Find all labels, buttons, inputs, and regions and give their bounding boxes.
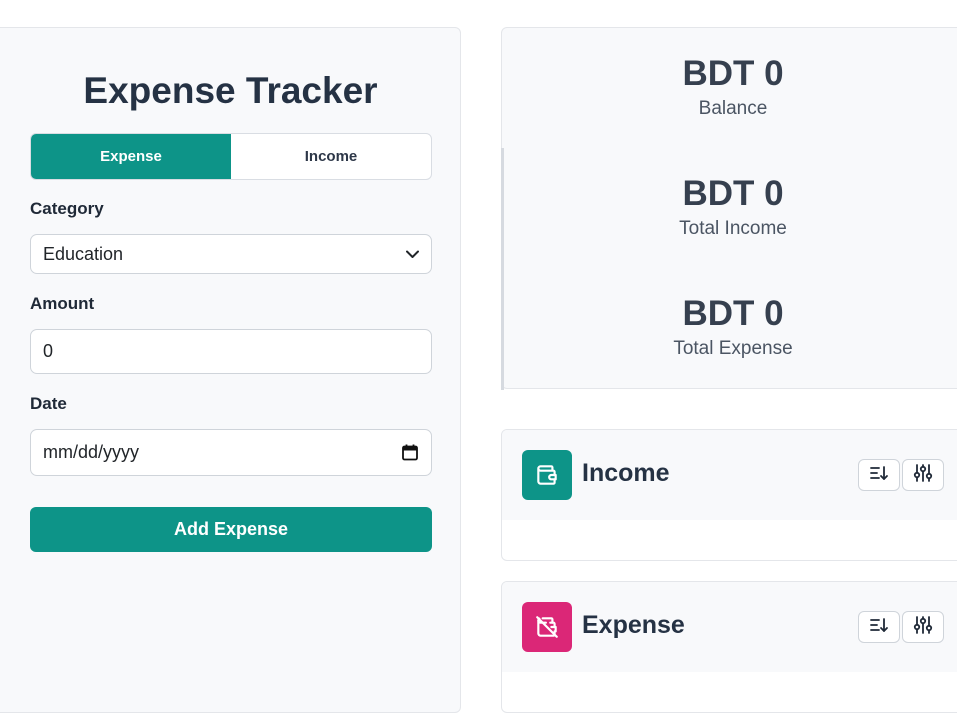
expense-sort-button[interactable] bbox=[858, 611, 900, 643]
amount-value: 0 bbox=[43, 341, 54, 361]
expense-list-card: Expense bbox=[501, 581, 957, 713]
income-sort-button[interactable] bbox=[858, 459, 900, 491]
calendar-icon[interactable] bbox=[401, 444, 419, 462]
total-expense-amount: BDT 0 bbox=[682, 294, 784, 333]
income-list-title: Income bbox=[582, 459, 670, 487]
balance-label: Balance bbox=[698, 98, 768, 119]
summary-card: BDT 0 Balance BDT 0 Total Income BDT 0 T… bbox=[501, 27, 957, 390]
income-list-card: Income bbox=[501, 429, 957, 561]
date-input[interactable]: mm/dd/yyyy bbox=[30, 429, 432, 476]
amount-input[interactable]: 0 bbox=[30, 329, 432, 374]
expense-form-panel: Expense Tracker Expense Income Category … bbox=[0, 27, 461, 713]
income-list-header: Income bbox=[502, 430, 957, 520]
transaction-type-toggle: Expense Income bbox=[30, 133, 432, 180]
chevron-down-icon bbox=[405, 247, 419, 261]
balance-amount: BDT 0 bbox=[682, 54, 784, 93]
adjustments-icon bbox=[913, 615, 933, 639]
wallet-off-icon bbox=[522, 602, 572, 652]
expense-list-title: Expense bbox=[582, 611, 685, 639]
total-income-stat: BDT 0 Total Income bbox=[502, 174, 957, 242]
income-filter-button[interactable] bbox=[902, 459, 944, 491]
expense-filter-button[interactable] bbox=[902, 611, 944, 643]
tab-income[interactable]: Income bbox=[231, 134, 431, 179]
total-expense-label: Total Expense bbox=[673, 338, 793, 359]
expense-list-header: Expense bbox=[502, 582, 957, 672]
amount-label: Amount bbox=[30, 294, 95, 313]
date-placeholder: mm/dd/yyyy bbox=[43, 442, 140, 462]
category-label: Category bbox=[30, 199, 104, 218]
balance-stat: BDT 0 Balance bbox=[502, 54, 957, 122]
total-income-amount: BDT 0 bbox=[682, 174, 784, 213]
sort-descending-icon bbox=[869, 465, 889, 486]
app: Expense Tracker Expense Income Category … bbox=[0, 0, 957, 718]
total-income-label: Total Income bbox=[679, 218, 787, 239]
adjustments-icon bbox=[913, 463, 933, 487]
tab-expense[interactable]: Expense bbox=[31, 134, 231, 179]
sort-descending-icon bbox=[869, 617, 889, 638]
category-select[interactable]: Education bbox=[30, 234, 432, 274]
category-value: Education bbox=[43, 243, 124, 264]
date-label: Date bbox=[30, 394, 67, 413]
total-expense-stat: BDT 0 Total Expense bbox=[502, 294, 957, 362]
wallet-icon bbox=[522, 450, 572, 500]
add-expense-button[interactable]: Add Expense bbox=[30, 507, 432, 552]
page-title: Expense Tracker bbox=[83, 70, 378, 111]
